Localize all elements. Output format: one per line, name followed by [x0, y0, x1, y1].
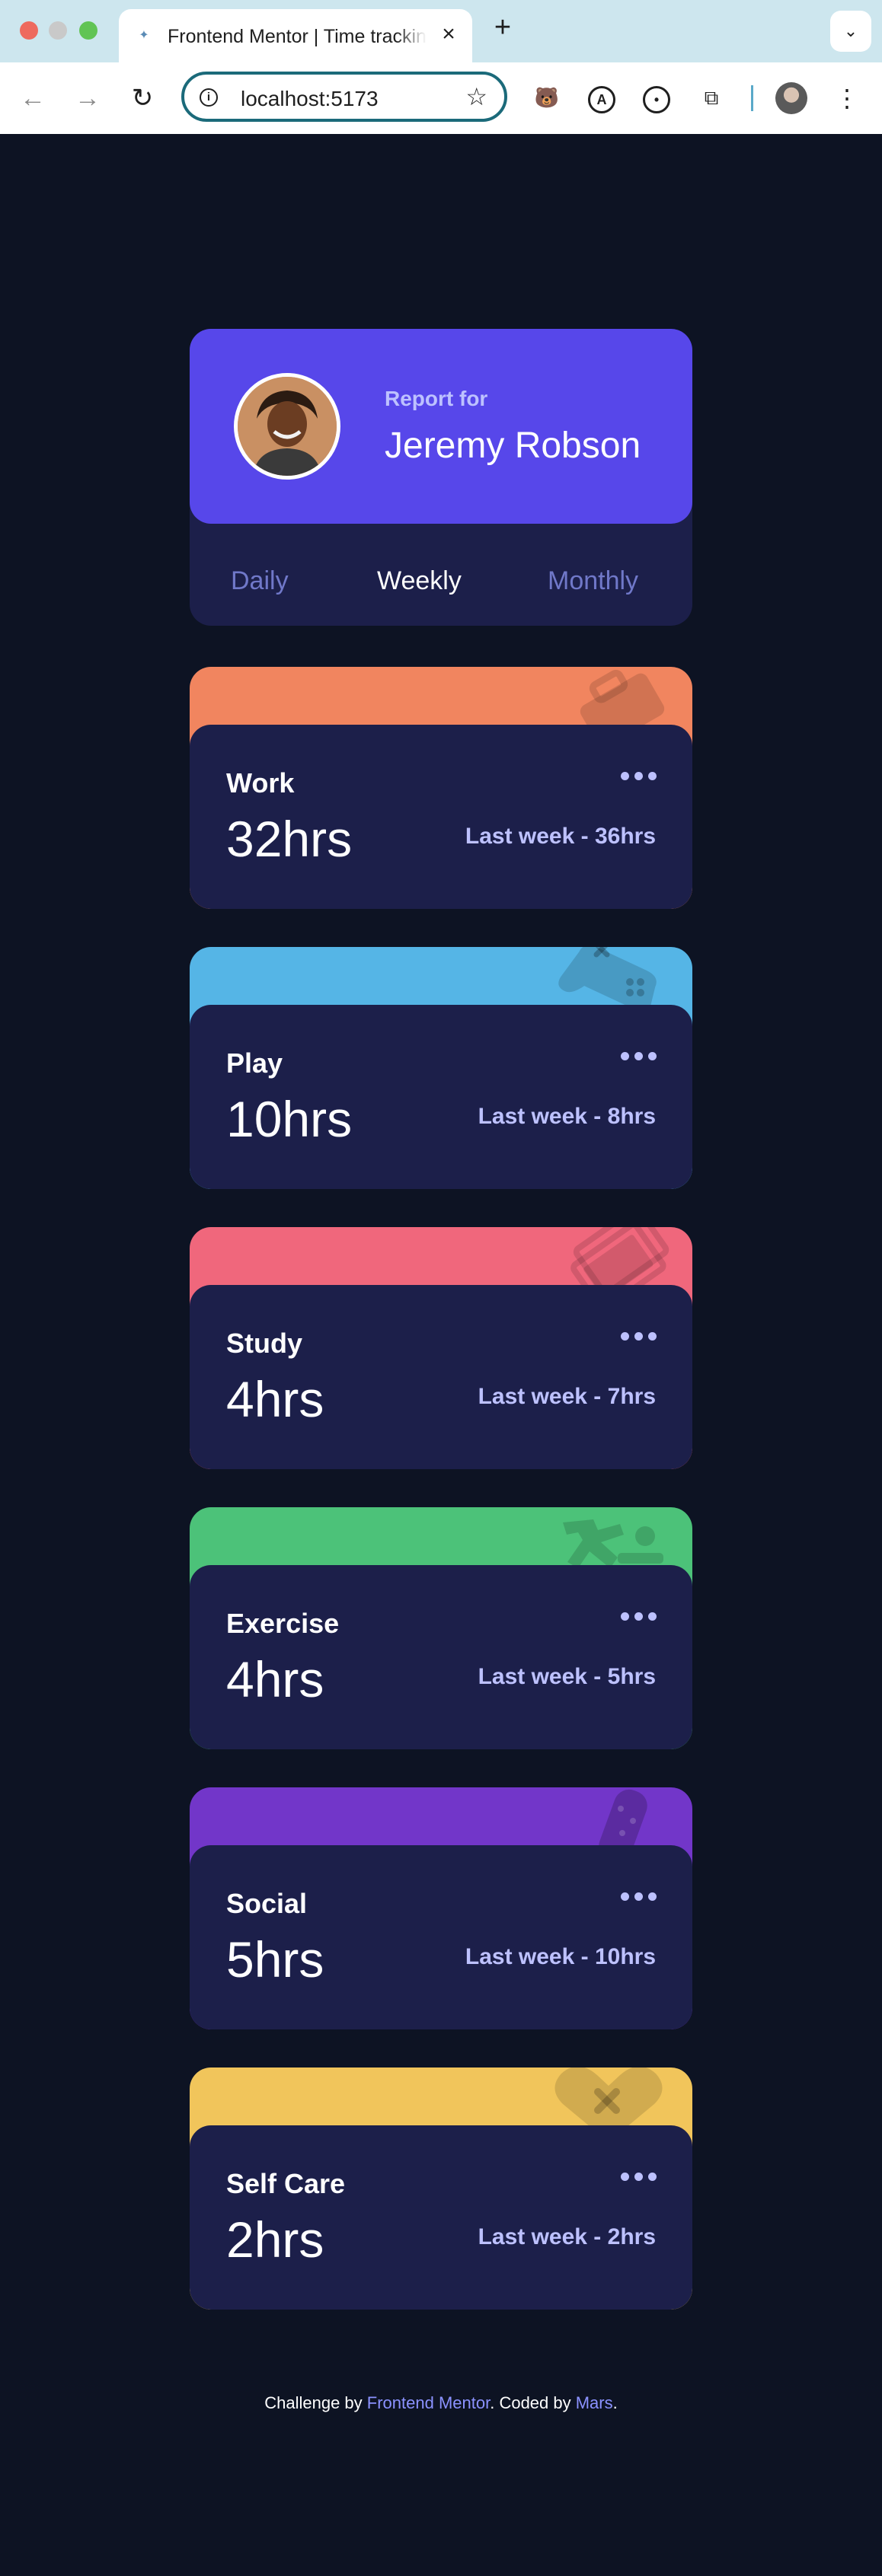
period-weekly-button[interactable]: Weekly [377, 566, 462, 596]
window-minimize-button[interactable] [49, 21, 67, 40]
favicon-icon: ✦ [139, 29, 149, 42]
ellipsis-icon[interactable] [621, 1612, 657, 1623]
ellipsis-icon[interactable] [621, 772, 657, 783]
ellipsis-icon[interactable] [621, 1052, 657, 1063]
report-for-label: Report for [385, 387, 488, 410]
activity-title: Exercise [226, 1608, 340, 1639]
profile-card: Report for Jeremy Robson Daily Weekly Mo… [190, 329, 692, 626]
forward-button[interactable]: → [69, 79, 107, 117]
tab-title: Frontend Mentor | Time tracking dashboar… [168, 26, 427, 48]
previous-hours: Last week - 5hrs [478, 1664, 656, 1689]
activity-card-body: Self Care 2hrs Last week - 2hrs [190, 2125, 692, 2310]
avatar-illustration [238, 377, 337, 476]
user-name: Jeremy Robson [385, 426, 641, 466]
activity-title: Study [226, 1328, 303, 1359]
previous-hours: Last week - 2hrs [478, 2224, 656, 2249]
url-text: localhost:5173 [241, 87, 379, 110]
browser-toolbar: ← → ↻ i localhost:5173 ☆ 🐻 A • ⧉ ⋮ [0, 62, 882, 134]
current-hours: 4hrs [226, 1371, 324, 1427]
address-bar[interactable]: i localhost:5173 ☆ [181, 72, 507, 122]
current-hours: 2hrs [226, 2211, 324, 2268]
attribution-footer: Challenge by Frontend Mentor. Coded by M… [0, 2393, 882, 2413]
ellipsis-icon[interactable] [621, 1892, 657, 1903]
tab-search-button[interactable]: ⌄ [830, 11, 871, 52]
password-extension-icon[interactable]: • [641, 82, 672, 113]
activity-card-work: Work 32hrs Last week - 36hrs [190, 667, 692, 909]
user-avatar [234, 373, 340, 480]
profile-avatar[interactable] [775, 82, 807, 114]
footer-middle: . Coded by [490, 2393, 576, 2412]
tab-close-icon[interactable]: × [437, 23, 460, 46]
author-link[interactable]: Mars [576, 2393, 613, 2412]
a-extension-icon[interactable]: A [586, 82, 617, 113]
page-content: Report for Jeremy Robson Daily Weekly Mo… [0, 134, 882, 2576]
activity-title: Play [226, 1047, 283, 1079]
previous-hours: Last week - 7hrs [478, 1384, 656, 1409]
activity-card-play: Play 10hrs Last week - 8hrs [190, 947, 692, 1189]
activity-card-body: Play 10hrs Last week - 8hrs [190, 1005, 692, 1189]
previous-hours: Last week - 36hrs [465, 824, 656, 849]
period-monthly-button[interactable]: Monthly [548, 566, 638, 596]
browser-menu-icon[interactable]: ⋮ [832, 81, 862, 116]
window-zoom-button[interactable] [79, 21, 97, 40]
current-hours: 32hrs [226, 811, 353, 867]
current-hours: 4hrs [226, 1651, 324, 1707]
activity-title: Self Care [226, 2168, 346, 2199]
toolbar-divider [751, 85, 753, 111]
new-tab-button[interactable]: + [489, 13, 516, 42]
current-hours: 10hrs [226, 1091, 353, 1147]
ellipsis-icon[interactable] [621, 1332, 657, 1343]
reload-button[interactable]: ↻ [123, 79, 161, 117]
activity-card-body: Work 32hrs Last week - 36hrs [190, 725, 692, 909]
activity-card-exercise: Exercise 4hrs Last week - 5hrs [190, 1507, 692, 1749]
footer-prefix: Challenge by [264, 2393, 367, 2412]
previous-hours: Last week - 10hrs [465, 1944, 656, 1969]
activity-card-body: Exercise 4hrs Last week - 5hrs [190, 1565, 692, 1749]
activity-card-body: Study 4hrs Last week - 7hrs [190, 1285, 692, 1469]
activity-card-self-care: Self Care 2hrs Last week - 2hrs [190, 2067, 692, 2310]
window-close-button[interactable] [20, 21, 38, 40]
browser-tab[interactable]: ✦ Frontend Mentor | Time tracking dashbo… [119, 9, 472, 62]
period-daily-button[interactable]: Daily [231, 566, 289, 596]
bear-extension-icon[interactable]: 🐻 [532, 82, 562, 113]
profile-header: Report for Jeremy Robson [190, 329, 692, 524]
bookmark-star-icon[interactable]: ☆ [465, 84, 487, 110]
activity-title: Social [226, 1888, 308, 1919]
activity-card-social: Social 5hrs Last week - 10hrs [190, 1787, 692, 2029]
frontend-mentor-link[interactable]: Frontend Mentor [367, 2393, 490, 2412]
current-hours: 5hrs [226, 1931, 324, 1988]
back-button[interactable]: ← [14, 79, 52, 117]
activity-title: Work [226, 767, 295, 799]
site-info-icon[interactable]: i [200, 88, 218, 107]
previous-hours: Last week - 8hrs [478, 1104, 656, 1129]
ellipsis-icon[interactable] [621, 2173, 657, 2183]
footer-suffix: . [612, 2393, 618, 2412]
activity-card-body: Social 5hrs Last week - 10hrs [190, 1845, 692, 2029]
activity-card-study: Study 4hrs Last week - 7hrs [190, 1227, 692, 1469]
browser-tab-bar: ✦ Frontend Mentor | Time tracking dashbo… [0, 0, 882, 62]
extensions-puzzle-icon[interactable]: ⧉ [696, 82, 727, 113]
